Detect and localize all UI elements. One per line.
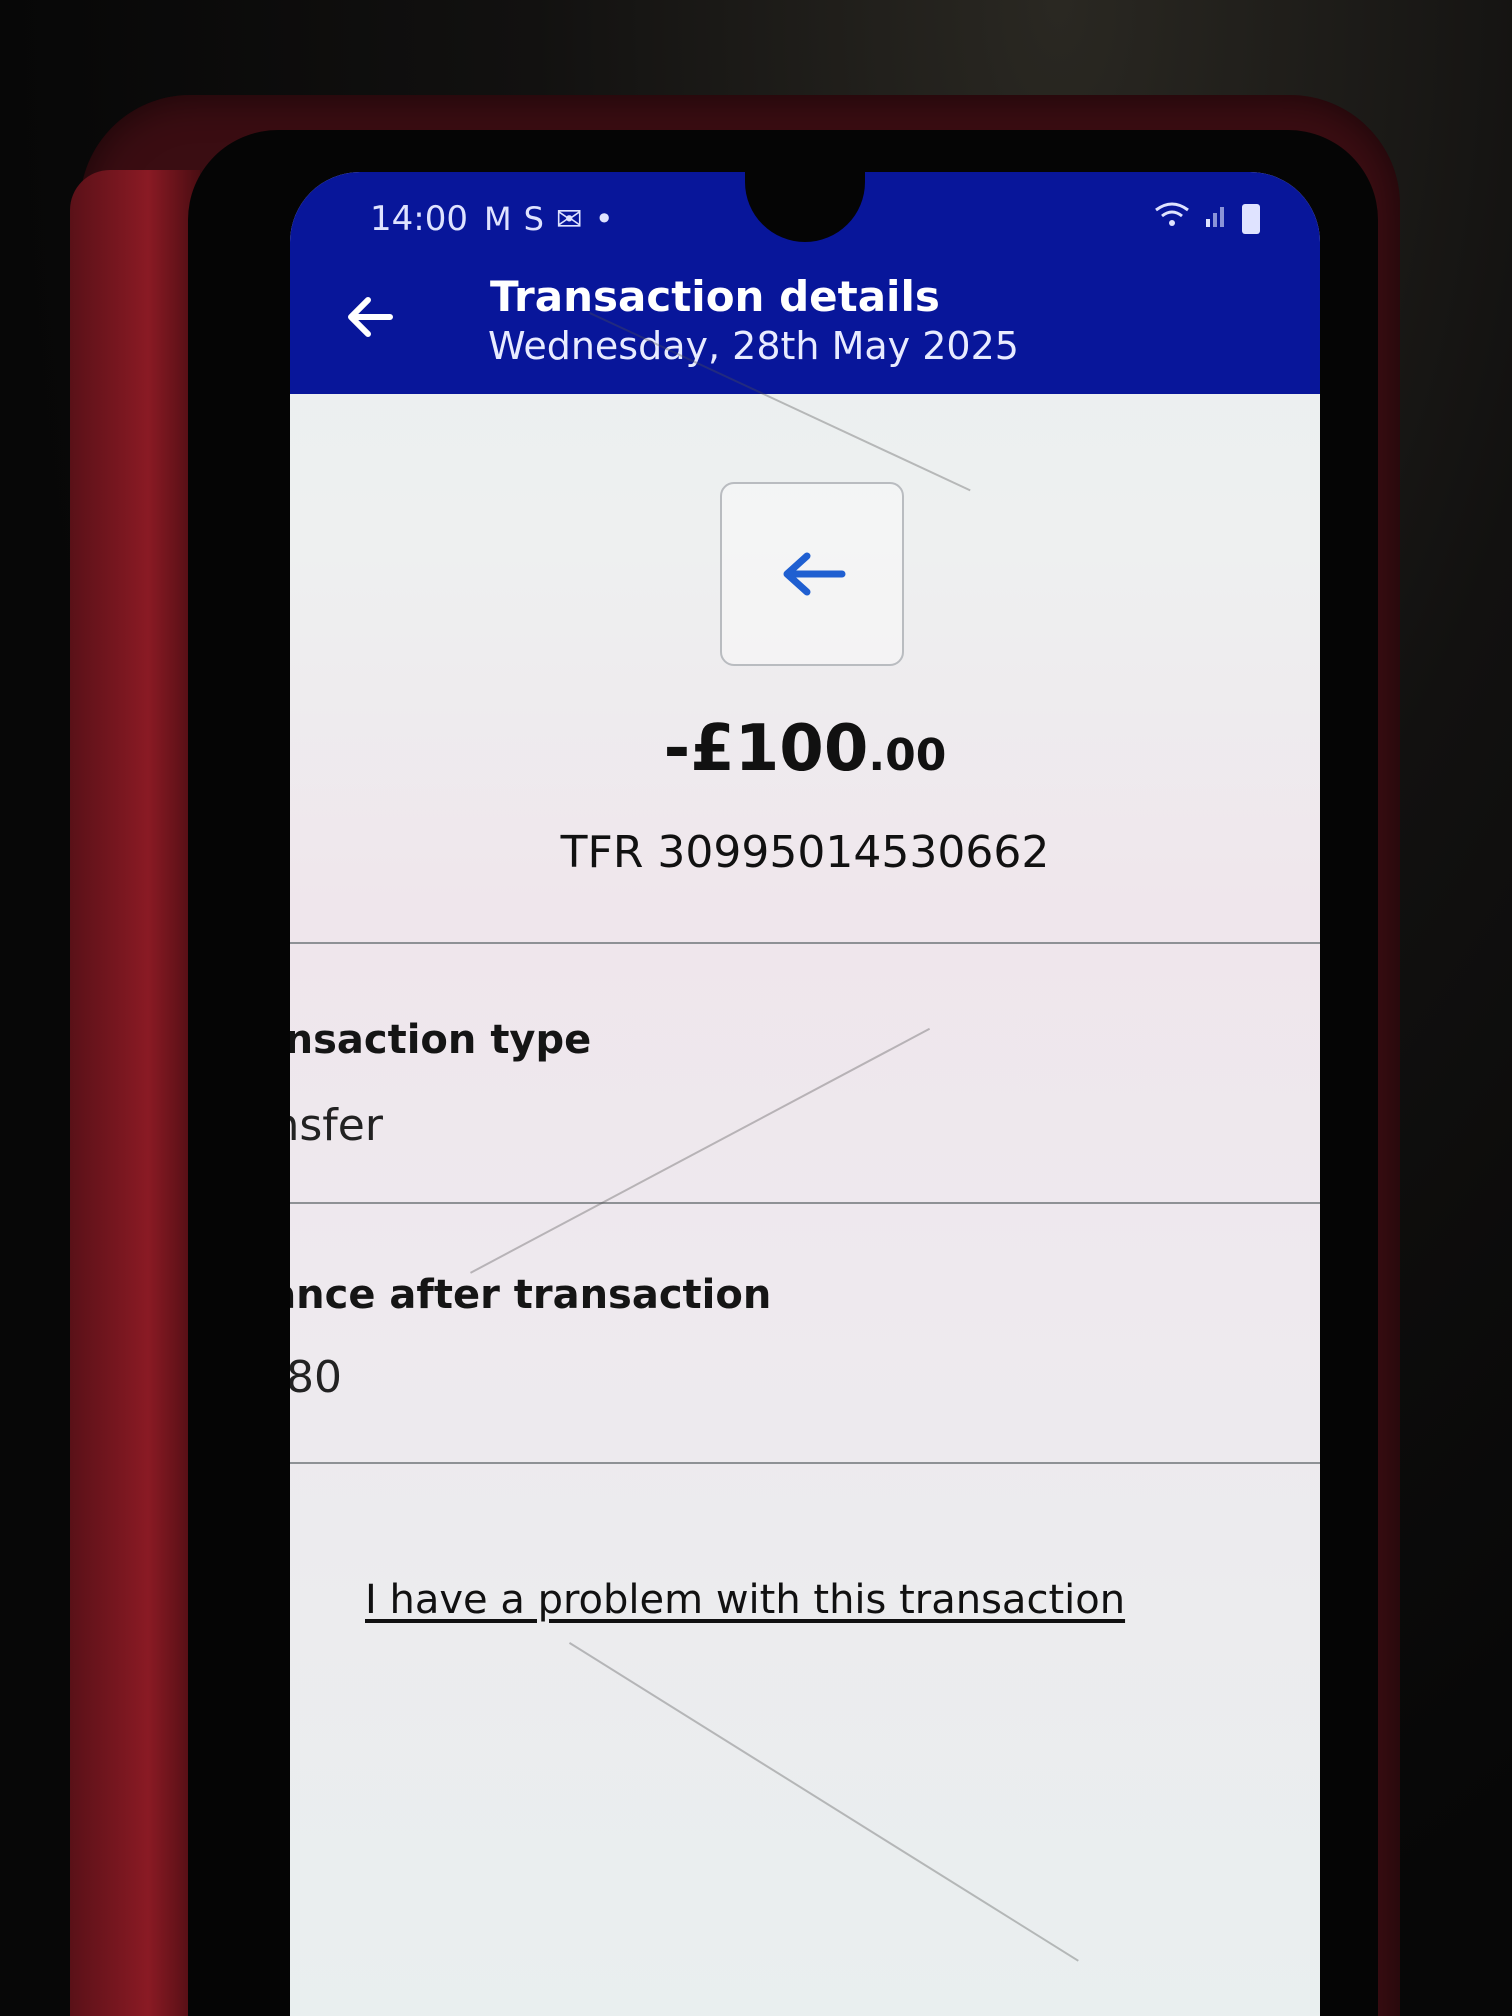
screen-crack — [470, 1027, 931, 1274]
page-title: Transaction details — [490, 272, 940, 321]
balance-value: £11.80 — [290, 1352, 342, 1403]
battery-icon — [1242, 204, 1260, 234]
amount-pence: .00 — [868, 730, 947, 781]
dot-icon: • — [594, 200, 614, 238]
signal-icon — [1204, 201, 1228, 237]
s-app-icon: S — [523, 200, 544, 238]
phone-screen: 14:00 M S ✉ • Transaction details Wednes… — [290, 172, 1320, 2016]
transaction-reference: TFR 30995014530662 — [560, 827, 1050, 878]
page-subtitle-date: Wednesday, 28th May 2025 — [488, 324, 1019, 368]
report-problem-link[interactable]: I have a problem with this transaction — [365, 1577, 1125, 1623]
transaction-type-value: Transfer — [290, 1100, 383, 1151]
status-time: 14:00 — [370, 199, 468, 239]
wifi-icon — [1154, 201, 1190, 237]
back-arrow-icon[interactable] — [340, 287, 400, 347]
phone-case-flap — [70, 170, 200, 2016]
status-icons-right — [1154, 201, 1260, 237]
amount-main: -£100 — [663, 712, 869, 786]
balance-label: Balance after transaction — [290, 1272, 772, 1318]
divider — [290, 1202, 1320, 1204]
divider — [290, 1462, 1320, 1464]
message-icon: ✉ — [555, 200, 583, 238]
photo-scene: 14:00 M S ✉ • Transaction details Wednes… — [0, 0, 1512, 2016]
status-icons-left: M S ✉ • — [484, 200, 614, 238]
divider — [290, 942, 1320, 944]
gmail-icon: M — [483, 200, 512, 238]
transaction-amount: -£100.00 — [290, 712, 1320, 786]
transaction-direction-badge — [720, 482, 904, 666]
transaction-type-label: Transaction type — [290, 1017, 592, 1063]
outgoing-arrow-icon — [783, 552, 846, 596]
screen-crack — [568, 1642, 1079, 1962]
